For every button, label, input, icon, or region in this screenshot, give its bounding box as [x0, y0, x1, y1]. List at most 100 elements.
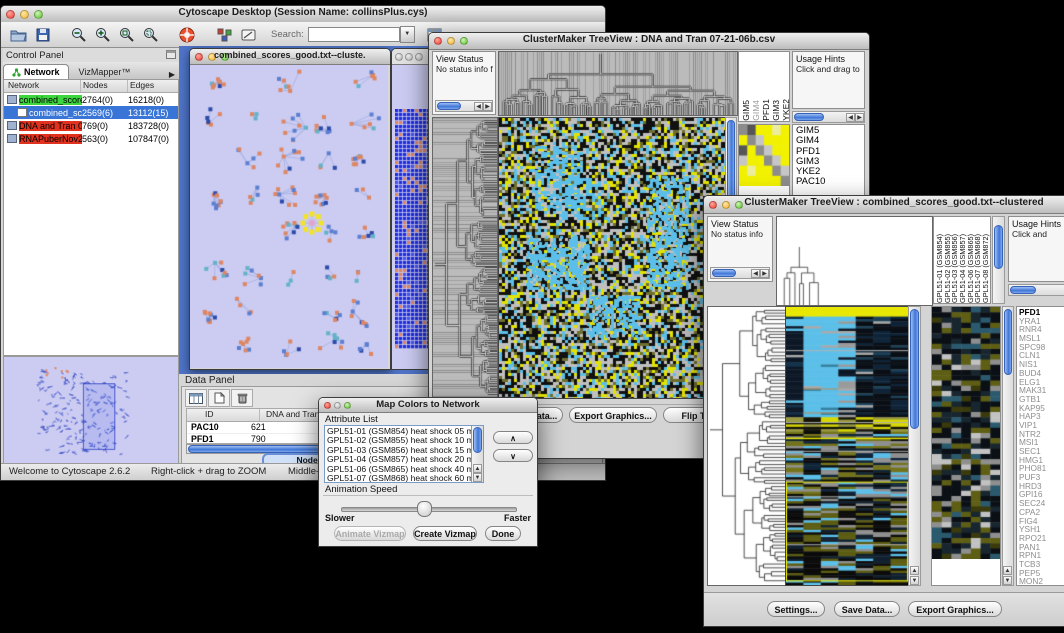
- attribute-list-item[interactable]: GPL51-03 (GSM856) heat shock 15 min: [325, 446, 471, 455]
- treeview1-title-bar[interactable]: ClusterMaker TreeView : DNA and Tran 07-…: [429, 33, 869, 50]
- scrollbar-thumb[interactable]: [794, 113, 824, 121]
- annotation-icon[interactable]: [237, 25, 261, 45]
- tv2-heatmap-vscrollbar[interactable]: ▲ ▼: [908, 306, 921, 586]
- tv2-usage-scrollbar[interactable]: [1008, 284, 1064, 296]
- close-icon[interactable]: [324, 402, 331, 409]
- tv1-column-dendrogram[interactable]: [498, 51, 738, 116]
- trash-icon[interactable]: [231, 389, 253, 407]
- scroll-right-icon[interactable]: ▶: [483, 102, 492, 111]
- scrollbar-thumb[interactable]: [910, 309, 919, 429]
- gene-label[interactable]: CPA2: [1019, 508, 1064, 517]
- gene-label[interactable]: PFD1: [1019, 308, 1064, 317]
- row-label[interactable]: PAC10: [796, 177, 864, 187]
- zoom-out-icon[interactable]: [67, 25, 91, 45]
- gene-label[interactable]: GTB1: [1019, 395, 1064, 404]
- scroll-up-icon[interactable]: ▲: [910, 566, 919, 575]
- gene-label[interactable]: MSL1: [1019, 334, 1064, 343]
- done-button[interactable]: Done: [485, 526, 521, 541]
- network-grid-canvas[interactable]: [395, 109, 429, 349]
- zoom-fit-icon[interactable]: [115, 25, 139, 45]
- help-lifesaver-icon[interactable]: [175, 25, 199, 45]
- attribute-list-item[interactable]: GPL51-07 (GSM868) heat shock 60 min: [325, 474, 471, 483]
- tv2-gene-vscrollbar[interactable]: ▲ ▼: [1002, 306, 1014, 586]
- scroll-up-icon[interactable]: ▲: [473, 464, 482, 473]
- gene-label[interactable]: YSH1: [1019, 525, 1064, 534]
- col-network[interactable]: Network: [4, 80, 81, 92]
- close-icon[interactable]: [195, 53, 203, 61]
- export-graphics-button[interactable]: Export Graphics...: [908, 601, 1002, 617]
- gene-label[interactable]: TCB3: [1019, 560, 1064, 569]
- save-data-button[interactable]: Save Data...: [834, 601, 900, 617]
- search-dropdown-button[interactable]: ▼: [400, 26, 415, 43]
- save-icon[interactable]: [31, 25, 55, 45]
- gene-label[interactable]: GPI16: [1019, 490, 1064, 499]
- close-icon[interactable]: [709, 201, 717, 209]
- tv1-correlation-matrix[interactable]: [739, 125, 789, 186]
- scrollbar-thumb[interactable]: [473, 427, 482, 453]
- network-view-2-title-bar[interactable]: [392, 49, 432, 65]
- scroll-right-icon[interactable]: ▶: [855, 113, 864, 122]
- tab-vizmapper[interactable]: VizMapper™: [69, 65, 141, 79]
- tv2-row-dendrogram[interactable]: [707, 306, 786, 586]
- gene-label[interactable]: SEC24: [1019, 499, 1064, 508]
- network-list-row[interactable]: combined_scores2764(0)16218(0): [4, 93, 178, 106]
- scrollbar-thumb[interactable]: [712, 269, 736, 277]
- animate-vizmap-button[interactable]: Animate Vizmap: [334, 526, 406, 541]
- scroll-down-icon[interactable]: ▼: [1003, 576, 1012, 585]
- minimize-icon[interactable]: [405, 53, 413, 61]
- gene-label[interactable]: PAN1: [1019, 543, 1064, 552]
- scrollbar-thumb[interactable]: [1004, 309, 1012, 375]
- scroll-left-icon[interactable]: ◀: [751, 269, 760, 278]
- export-graphics-button[interactable]: Export Graphics...: [569, 407, 657, 423]
- gene-label[interactable]: RPN1: [1019, 551, 1064, 560]
- gene-label[interactable]: SEC1: [1019, 447, 1064, 456]
- network-view-title-bar[interactable]: combined_scores_good.txt--cluste...: [190, 49, 390, 65]
- col-edges[interactable]: Edges: [128, 80, 178, 92]
- gene-label[interactable]: KAP95: [1019, 404, 1064, 413]
- tv2-column-dendrogram[interactable]: [776, 216, 933, 306]
- gene-label[interactable]: HAP3: [1019, 412, 1064, 421]
- attribute-list-item[interactable]: GPL51-06 (GSM865) heat shock 40 min: [325, 465, 471, 474]
- gene-label[interactable]: MAK31: [1019, 386, 1064, 395]
- attribute-list[interactable]: GPL51-01 (GSM854) heat shock 05 minGPL51…: [324, 425, 484, 483]
- gene-label[interactable]: BUD4: [1019, 369, 1064, 378]
- zoom-window-icon[interactable]: [415, 53, 423, 61]
- create-vizmap-button[interactable]: Create Vizmap: [413, 526, 477, 541]
- move-up-button[interactable]: ∧: [493, 431, 533, 444]
- scroll-down-icon[interactable]: ▼: [473, 473, 482, 482]
- network-overview-canvas[interactable]: [3, 356, 179, 464]
- scrollbar-thumb[interactable]: [1010, 286, 1036, 294]
- tv1-status-scrollbar[interactable]: ◀ ▶: [435, 100, 493, 112]
- gene-label[interactable]: PUF3: [1019, 473, 1064, 482]
- main-title-bar[interactable]: Cytoscape Desktop (Session Name: collins…: [1, 6, 605, 23]
- attribute-list-item[interactable]: GPL51-04 (GSM857) heat shock 20 min: [325, 455, 471, 464]
- network-list-row[interactable]: RNAPuberNov2+563(0)107847(0): [4, 132, 178, 145]
- gene-label[interactable]: ELG1: [1019, 378, 1064, 387]
- tv2-status-scrollbar[interactable]: ◀ ▶: [710, 267, 770, 279]
- tv1-heatmap[interactable]: [498, 117, 726, 399]
- vizmapper-icon[interactable]: [213, 25, 237, 45]
- gene-label[interactable]: RPO21: [1019, 534, 1064, 543]
- gene-label[interactable]: HMG1: [1019, 456, 1064, 465]
- close-icon[interactable]: [395, 53, 403, 61]
- tv2-zoom-heatmap[interactable]: [932, 307, 1000, 559]
- scrollbar-thumb[interactable]: [994, 225, 1003, 269]
- attribute-select-icon[interactable]: [185, 389, 207, 407]
- scroll-right-icon[interactable]: ▶: [760, 269, 769, 278]
- gene-label[interactable]: MSI1: [1019, 438, 1064, 447]
- tv2-collabel-vscrollbar[interactable]: [992, 216, 1005, 304]
- attribute-list-vscrollbar[interactable]: ▲ ▼: [471, 426, 483, 482]
- zoom-selected-icon[interactable]: [139, 25, 163, 45]
- speed-slider-thumb[interactable]: [417, 501, 432, 517]
- zoom-in-icon[interactable]: [91, 25, 115, 45]
- gene-label[interactable]: RNR4: [1019, 325, 1064, 334]
- settings-button[interactable]: Settings...: [767, 601, 825, 617]
- scroll-left-icon[interactable]: ◀: [474, 102, 483, 111]
- close-icon[interactable]: [434, 37, 442, 45]
- gene-label[interactable]: HRD3: [1019, 482, 1064, 491]
- gene-label[interactable]: VIP1: [1019, 421, 1064, 430]
- tv2-heatmap[interactable]: [785, 306, 909, 586]
- search-input[interactable]: [308, 27, 400, 42]
- attribute-list-item[interactable]: GPL51-02 (GSM855) heat shock 10 min: [325, 436, 471, 445]
- gene-label[interactable]: CLN1: [1019, 351, 1064, 360]
